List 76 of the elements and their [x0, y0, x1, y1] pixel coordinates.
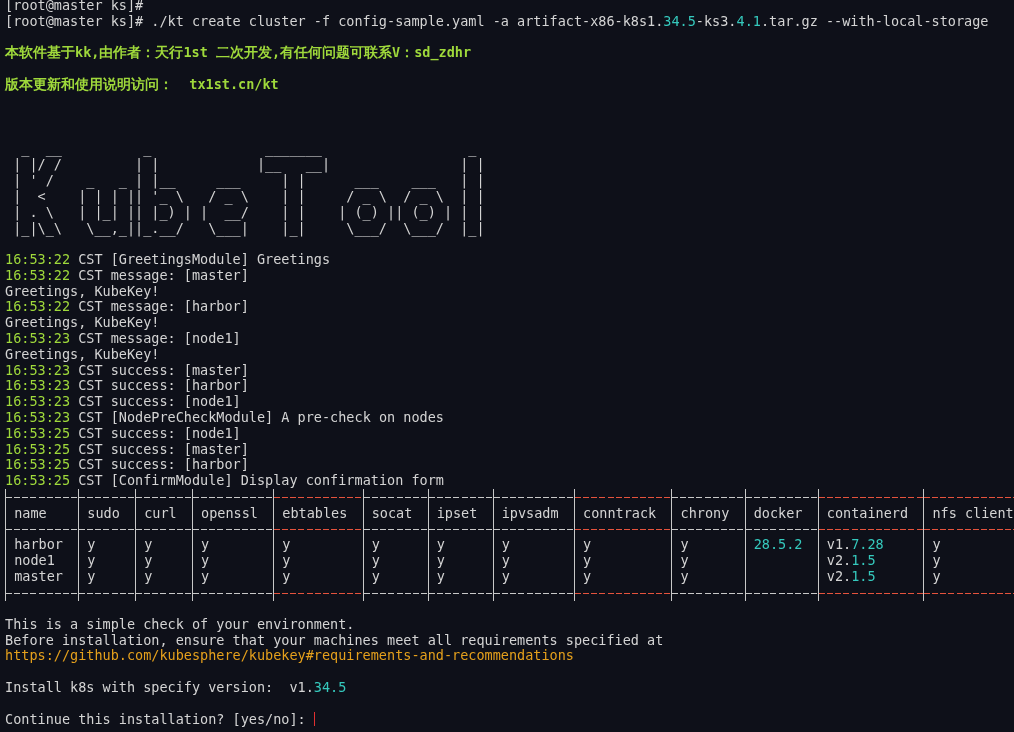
command-line: [root@master ks]#	[5, 0, 145, 14]
column-header: ipset	[427, 488, 493, 537]
table-cell: y	[201, 552, 210, 569]
output-text: This is a simple check of your environment.	[5, 616, 356, 633]
table-cell: 28.5.2	[753, 536, 803, 553]
table-cell: y	[583, 536, 592, 553]
log-line: 16:53:25 CST [ConfirmModule] Display confirmation form	[5, 473, 445, 489]
log-line: 16:53:25 CST success: [node1]	[5, 425, 242, 442]
table-cell: y	[501, 536, 510, 553]
log-line: 16:53:25 CST success: [master]	[5, 441, 250, 458]
table-cell: y	[436, 536, 445, 553]
table-cell: node1	[14, 552, 55, 569]
table-cell: y	[282, 536, 291, 553]
table-cell: y	[87, 552, 96, 569]
column-header: conntrack	[573, 488, 672, 537]
table-cell: y	[282, 552, 291, 569]
table-cell: v1.7.28	[826, 536, 884, 553]
table-cell: y	[680, 552, 689, 569]
table-cell: y	[371, 552, 380, 569]
table-cell: y	[583, 568, 592, 585]
column-header: chrony	[671, 488, 745, 537]
table-cell: y	[87, 536, 96, 553]
notice-text: 版本更新和使用说明访问： tx1st.cn/kt	[5, 77, 280, 93]
table-cell: master	[14, 568, 63, 585]
column-header: docker	[744, 488, 818, 537]
table-cell: y	[144, 568, 153, 585]
log-line: 16:53:23 CST [NodePreCheckModule] A pre-check on nodes	[5, 409, 445, 426]
ascii-art-logo: _ __ _ _______ _ | |/ / | | |__ __| | | | ' / _ _ | |__ ___ | | ___ ___ | | | < | | | || '_ \ / _ \ | | / _ \ / _ \ | | | . \ | |_| || |_) | | __/ | | | (_) || (_) | | | |_|\_\ \__,_||_.__/ \___| |_| \___/ \___/ |_|	[12, 140, 485, 237]
url-link[interactable]: https://github.com/kubesphere/kubekey#requirements-and-recommendations	[5, 648, 1014, 665]
log-line: 16:53:23 CST message: [node1]	[5, 330, 242, 347]
table-cell: y	[680, 568, 689, 585]
output-text: Greetings, KubeKey!	[5, 315, 161, 331]
notice-text: 本软件基于kk,由作者：天行1st 二次开发,有任何问题可联系V：sd_zdhr	[5, 45, 473, 62]
column-header: name	[5, 488, 79, 537]
log-line: 16:53:23 CST success: [node1]	[5, 394, 242, 410]
column-header: containerd	[817, 488, 924, 537]
table-cell: y	[932, 536, 941, 553]
log-line: 16:53:22 CST [GreetingsModule] Greetings	[5, 251, 332, 268]
column-header: nfs client	[923, 488, 1014, 537]
table-cell: y	[932, 568, 941, 585]
column-header: openssl	[191, 488, 274, 537]
table-cell: v2.1.5	[826, 552, 876, 569]
column-header: socat	[362, 488, 428, 537]
text-cursor	[313, 712, 315, 727]
table-cell: y	[201, 568, 210, 585]
table-cell: y	[144, 552, 153, 569]
log-line: 16:53:22 CST message: [harbor]	[5, 299, 250, 316]
table-cell: y	[501, 568, 510, 585]
table-cell: y	[144, 536, 153, 553]
table-cell: y	[680, 536, 689, 553]
table-cell: harbor	[14, 536, 63, 553]
table-cell: y	[583, 552, 592, 569]
log-line: 16:53:23 CST success: [master]	[5, 362, 250, 379]
table-cell: v2.1.5	[826, 568, 876, 585]
input-prompt: Continue this installation? [yes/no]:	[5, 711, 307, 728]
column-header: ebtables	[273, 488, 363, 537]
table-cell: y	[436, 568, 445, 585]
log-line: 16:53:22 CST message: [master]	[5, 267, 250, 284]
column-header: curl	[135, 488, 192, 537]
output-text: Greetings, KubeKey!	[5, 346, 160, 363]
column-header: ipvsadm	[492, 488, 574, 537]
log-line: 16:53:25 CST success: [harbor]	[5, 457, 250, 474]
log-line: 16:53:23 CST success: [harbor]	[5, 378, 250, 395]
output-text: Install k8s with specify version: v1.34.5	[5, 679, 348, 696]
table-cell: y	[371, 536, 380, 553]
table-cell: y	[371, 568, 380, 585]
table-cell: y	[932, 552, 941, 569]
table-cell: y	[501, 552, 510, 569]
table-cell: y	[282, 568, 291, 585]
table-cell: y	[87, 568, 96, 585]
output-text: Before installation, ensure that your machines meet all requirements specified at	[5, 632, 665, 649]
table-cell: y	[201, 536, 210, 553]
command-line: [root@master ks]# ./kt create cluster -f config-sample.yaml -a artifact-x86-k8s1.34.5-ks3.4.1.tar.gz --with-local-storage	[5, 13, 990, 30]
output-text: Greetings, KubeKey!	[5, 283, 160, 300]
table-cell: y	[436, 552, 445, 569]
column-header: sudo	[78, 488, 136, 537]
